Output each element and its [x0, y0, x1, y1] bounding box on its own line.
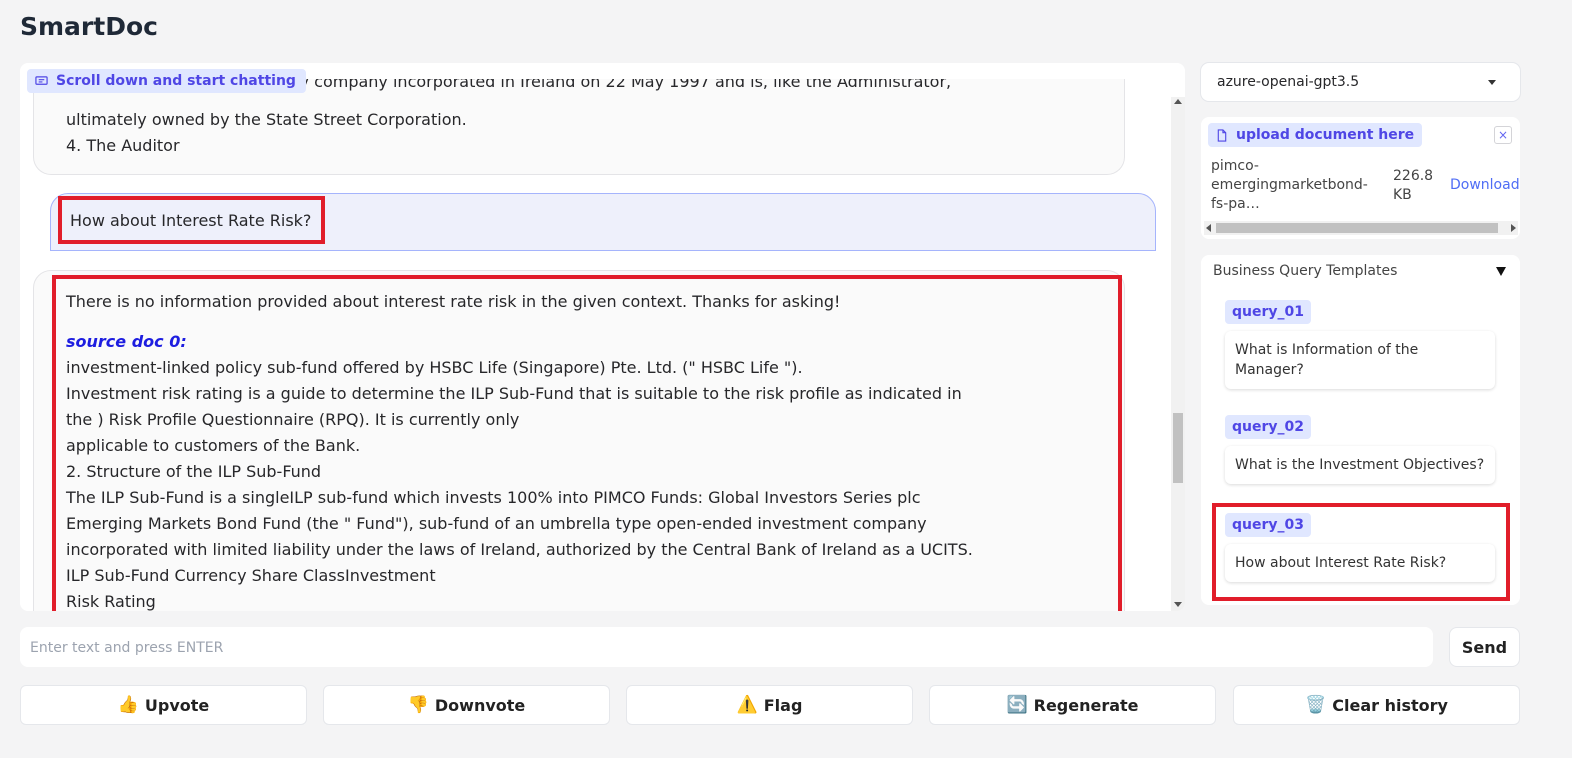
flag-button[interactable]: ⚠️ Flag — [626, 685, 913, 725]
template-item: query_01 What is Information of the Mana… — [1215, 300, 1505, 389]
collapse-triangle-icon[interactable] — [1496, 267, 1506, 276]
warning-icon: ⚠️ — [736, 694, 758, 715]
uploaded-file-name: pimco-emergingmarketbond-fs-pa… — [1211, 158, 1368, 212]
hscroll-thumb[interactable] — [1216, 223, 1498, 233]
chat-input-box[interactable] — [20, 627, 1445, 669]
template-label: query_02 — [1225, 415, 1311, 439]
upload-hscrollbar[interactable] — [1204, 221, 1518, 235]
bot-answer-text: There is no information provided about i… — [66, 292, 841, 311]
scroll-left-icon[interactable] — [1206, 224, 1211, 232]
chat-label-text: Scroll down and start chatting — [56, 73, 296, 89]
upvote-label: Upvote — [144, 695, 210, 715]
action-bar: 👍 Upvote 👎 Downvote ⚠️ Flag 🔄 Regenerate… — [20, 685, 1520, 725]
uploaded-file-size: 226.8 KB — [1393, 168, 1434, 203]
user-message-text: How about Interest Rate Risk? — [58, 196, 326, 244]
source-doc-title: source doc 0: — [66, 332, 187, 351]
send-button[interactable]: Send — [1449, 627, 1520, 667]
downvote-label: Downvote — [434, 695, 526, 715]
thumbs-down-icon: 👎 — [407, 694, 429, 715]
flag-label: Flag — [763, 695, 803, 715]
template-label: query_01 — [1225, 300, 1311, 324]
trash-icon: 🗑️ — [1305, 694, 1327, 715]
chat-label: Scroll down and start chatting — [27, 69, 306, 93]
chat-panel: Scroll down and start chatting Depositar… — [20, 63, 1185, 611]
user-message: How about Interest Rate Risk? — [50, 193, 1156, 251]
scroll-up-icon[interactable] — [1174, 99, 1182, 104]
source-line: Investment risk rating is a guide to det… — [66, 384, 962, 403]
templates-header[interactable]: Business Query Templates — [1213, 263, 1397, 279]
upload-panel[interactable]: upload document here × pimco-emergingmar… — [1201, 117, 1520, 239]
source-line: investment-linked policy sub-fund offere… — [66, 358, 803, 377]
template-item: query_03 How about Interest Rate Risk? — [1215, 513, 1505, 582]
template-label: query_03 — [1225, 513, 1311, 537]
scroll-thumb[interactable] — [1173, 413, 1183, 483]
source-line: The ILP Sub-Fund is a singleILP sub-fund… — [66, 488, 921, 507]
chat-messages[interactable]: Depositary is a limited liability compan… — [20, 63, 1171, 611]
clear-history-label: Clear history — [1332, 695, 1448, 715]
source-line: 2. Structure of the ILP Sub-Fund — [66, 462, 322, 481]
downvote-button[interactable]: 👎 Downvote — [323, 685, 610, 725]
source-line: Risk Rating — [66, 592, 156, 611]
bot-message: There is no information provided about i… — [33, 270, 1125, 611]
chat-bubble-icon — [35, 75, 48, 85]
template-query-button[interactable]: How about Interest Rate Risk? — [1225, 544, 1495, 582]
source-line: Emerging Markets Bond Fund (the " Fund")… — [66, 514, 927, 533]
scroll-right-icon[interactable] — [1511, 224, 1516, 232]
app-title: SmartDoc — [20, 12, 158, 41]
template-query-button[interactable]: What is the Investment Objectives? — [1225, 446, 1495, 484]
message-line: 4. The Auditor — [66, 136, 180, 155]
chat-input[interactable] — [20, 627, 1445, 669]
template-item: query_02 What is the Investment Objectiv… — [1215, 415, 1505, 484]
regenerate-label: Regenerate — [1033, 695, 1139, 715]
template-query-button[interactable]: What is Information of the Manager? — [1225, 331, 1495, 389]
close-icon[interactable]: × — [1494, 126, 1512, 144]
download-link[interactable]: Download — [1450, 177, 1520, 193]
file-icon — [1217, 128, 1227, 142]
source-line: the ) Risk Profile Questionnaire (RPQ). … — [66, 410, 520, 429]
bot-message-previous: Depositary is a limited liability compan… — [33, 79, 1125, 175]
model-dropdown[interactable]: azure-openai-gpt3.5 — [1201, 63, 1520, 101]
message-line: ultimately owned by the State Street Cor… — [66, 110, 467, 129]
upvote-button[interactable]: 👍 Upvote — [20, 685, 307, 725]
source-line: ILP Sub-Fund Currency Share ClassInvestm… — [66, 566, 436, 585]
source-line: incorporated with limited liability unde… — [66, 540, 973, 559]
regenerate-button[interactable]: 🔄 Regenerate — [929, 685, 1216, 725]
chat-scrollbar[interactable] — [1171, 97, 1185, 611]
thumbs-up-icon: 👍 — [117, 694, 139, 715]
refresh-icon: 🔄 — [1006, 694, 1028, 715]
clear-history-button[interactable]: 🗑️ Clear history — [1233, 685, 1520, 725]
upload-label: upload document here — [1208, 123, 1423, 147]
scroll-down-icon[interactable] — [1174, 602, 1182, 607]
bot-message-highlight: There is no information provided about i… — [52, 275, 1122, 611]
source-line: applicable to customers of the Bank. — [66, 436, 361, 455]
upload-label-text: upload document here — [1236, 127, 1415, 143]
model-selected-value: azure-openai-gpt3.5 — [1217, 74, 1360, 90]
chevron-down-icon — [1488, 80, 1496, 85]
business-query-templates: Business Query Templates query_01 What i… — [1201, 255, 1520, 605]
